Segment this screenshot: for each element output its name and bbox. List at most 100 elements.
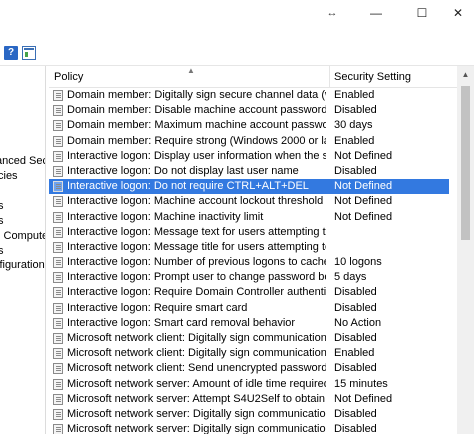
column-header-policy[interactable]: Policy bbox=[54, 71, 83, 83]
tree-item-advanced-security[interactable]: anced Secu bbox=[0, 155, 45, 167]
policy-name: Interactive logon: Smart card removal be… bbox=[67, 316, 296, 329]
table-row[interactable]: Interactive logon: Do not display last u… bbox=[49, 164, 449, 179]
policy-name: Domain member: Digitally sign secure cha… bbox=[67, 89, 326, 101]
title-bar: ↔ — ☐ ✕ bbox=[0, 0, 474, 26]
security-setting-value: 10 logons bbox=[334, 256, 382, 269]
security-setting-value: Not Defined bbox=[334, 195, 393, 208]
minimize-button[interactable]: — bbox=[354, 0, 398, 26]
console-tree[interactable]: | anced Secu cies s s l Compute s ifigur… bbox=[0, 66, 46, 434]
policy-name: Microsoft network client: Digitally sign… bbox=[67, 347, 326, 360]
tree-item-policies[interactable]: cies bbox=[0, 170, 18, 182]
policy-icon bbox=[53, 196, 63, 208]
table-row[interactable]: Microsoft network client: Send unencrypt… bbox=[49, 361, 449, 376]
table-row[interactable]: Domain member: Maximum machine account p… bbox=[49, 118, 449, 133]
table-row[interactable]: Interactive logon: Machine inactivity li… bbox=[49, 210, 449, 225]
table-row[interactable]: Interactive logon: Do not require CTRL+A… bbox=[49, 179, 449, 195]
policy-icon bbox=[53, 90, 63, 101]
policy-name: Microsoft network server: Digitally sign… bbox=[67, 423, 326, 434]
table-row[interactable]: Microsoft network client: Digitally sign… bbox=[49, 331, 449, 346]
policy-icon bbox=[53, 317, 63, 329]
policy-icon bbox=[53, 287, 63, 299]
policy-icon bbox=[53, 272, 63, 284]
table-row[interactable]: Microsoft network client: Digitally sign… bbox=[49, 346, 449, 361]
policy-icon bbox=[53, 257, 63, 269]
policy-name: Interactive logon: Machine account locko… bbox=[67, 195, 324, 208]
policy-icon bbox=[53, 378, 63, 390]
policy-icon bbox=[53, 363, 63, 375]
policy-name: Interactive logon: Display user informat… bbox=[67, 149, 326, 162]
close-button[interactable]: ✕ bbox=[436, 0, 474, 26]
table-row[interactable]: Interactive logon: Prompt user to change… bbox=[49, 270, 449, 285]
table-row[interactable]: Interactive logon: Message title for use… bbox=[49, 240, 449, 255]
table-row[interactable]: Interactive logon: Message text for user… bbox=[49, 225, 449, 240]
table-row[interactable]: Interactive logon: Require Domain Contro… bbox=[49, 285, 449, 300]
column-separator[interactable] bbox=[329, 66, 330, 88]
policy-name: Interactive logon: Require Domain Contro… bbox=[67, 286, 326, 299]
policy-name: Microsoft network client: Digitally sign… bbox=[67, 332, 326, 344]
scrollbar-thumb[interactable] bbox=[461, 86, 470, 240]
vertical-scrollbar[interactable]: ▲ bbox=[457, 66, 474, 434]
security-setting-value: Disabled bbox=[334, 407, 377, 420]
security-setting-value: Not Defined bbox=[334, 210, 393, 223]
security-setting-value: Disabled bbox=[334, 423, 377, 434]
policy-icon bbox=[53, 393, 63, 405]
policy-name: Microsoft network server: Attempt S4U2Se… bbox=[67, 392, 326, 405]
security-setting-value: Disabled bbox=[334, 332, 377, 344]
policy-icon bbox=[53, 348, 63, 360]
tree-item-s-3[interactable]: s bbox=[0, 245, 4, 257]
security-setting-value: Enabled bbox=[334, 347, 375, 360]
security-setting-value: No Action bbox=[334, 316, 382, 329]
policy-list[interactable]: ▲ Policy Security Setting Domain member:… bbox=[49, 66, 474, 434]
security-setting-value: Disabled bbox=[334, 164, 377, 177]
table-row[interactable]: Microsoft network server: Digitally sign… bbox=[49, 407, 449, 422]
table-row[interactable]: Domain member: Require strong (Windows 2… bbox=[49, 134, 449, 149]
policy-icon bbox=[53, 302, 63, 314]
scroll-up-arrow-icon[interactable]: ▲ bbox=[457, 66, 474, 83]
tree-item-local-computer[interactable]: l Compute bbox=[0, 230, 45, 242]
policy-name: Interactive logon: Message text for user… bbox=[67, 225, 326, 238]
toolbar: ? bbox=[0, 40, 474, 66]
tree-marker: | bbox=[0, 129, 1, 140]
help-icon[interactable]: ? bbox=[4, 46, 18, 60]
security-setting-value: Disabled bbox=[334, 362, 377, 375]
policy-icon bbox=[53, 333, 63, 344]
policy-name: Interactive logon: Require smart card bbox=[67, 301, 248, 314]
security-setting-value: Not Defined bbox=[334, 149, 393, 162]
policy-icon bbox=[53, 135, 63, 147]
tree-item-configuration-label[interactable]: ifiguration bbox=[0, 259, 45, 271]
table-row[interactable]: Interactive logon: Machine account locko… bbox=[49, 194, 449, 209]
table-row[interactable]: Microsoft network server: Amount of idle… bbox=[49, 377, 449, 392]
table-row[interactable]: Domain member: Disable machine account p… bbox=[49, 103, 449, 118]
policy-icon bbox=[53, 211, 63, 223]
policy-icon bbox=[53, 226, 63, 238]
list-header: ▲ Policy Security Setting bbox=[49, 66, 474, 88]
policy-name: Interactive logon: Number of previous lo… bbox=[67, 256, 326, 269]
tree-item-s-1[interactable]: s bbox=[0, 200, 4, 212]
security-setting-value: Enabled bbox=[334, 134, 375, 147]
table-row[interactable]: Interactive logon: Number of previous lo… bbox=[49, 255, 449, 270]
resize-icon: ↔ bbox=[326, 7, 338, 19]
security-setting-value: 5 days bbox=[334, 271, 367, 284]
table-row[interactable]: Interactive logon: Smart card removal be… bbox=[49, 316, 449, 331]
policy-icon bbox=[53, 181, 63, 193]
security-setting-value: Disabled bbox=[334, 301, 377, 314]
policy-rows: Domain member: Digitally sign secure cha… bbox=[49, 88, 474, 434]
tree-item-s-2[interactable]: s bbox=[0, 215, 4, 227]
table-row[interactable]: Domain member: Digitally sign secure cha… bbox=[49, 88, 449, 103]
policy-icon bbox=[53, 150, 63, 162]
policy-icon bbox=[53, 408, 63, 420]
show-hide-pane-icon[interactable] bbox=[22, 46, 36, 60]
table-row[interactable]: Interactive logon: Require smart card Dis… bbox=[49, 301, 449, 316]
table-row[interactable]: Microsoft network server: Attempt S4U2Se… bbox=[49, 392, 449, 407]
security-setting-value: Not Defined bbox=[334, 180, 393, 193]
sort-ascending-icon: ▲ bbox=[187, 66, 195, 75]
table-row[interactable]: Interactive logon: Display user informat… bbox=[49, 149, 449, 164]
column-header-security-setting[interactable]: Security Setting bbox=[334, 71, 411, 83]
policy-name: Interactive logon: Prompt user to change… bbox=[67, 271, 326, 284]
table-row[interactable]: Microsoft network server: Digitally sign… bbox=[49, 422, 449, 434]
security-setting-value: Disabled bbox=[334, 286, 377, 299]
policy-name: Interactive logon: Do not display last u… bbox=[67, 164, 299, 177]
security-setting-value: 15 minutes bbox=[334, 377, 388, 390]
security-setting-value: Not Defined bbox=[334, 392, 393, 405]
policy-name: Microsoft network server: Digitally sign… bbox=[67, 407, 326, 420]
